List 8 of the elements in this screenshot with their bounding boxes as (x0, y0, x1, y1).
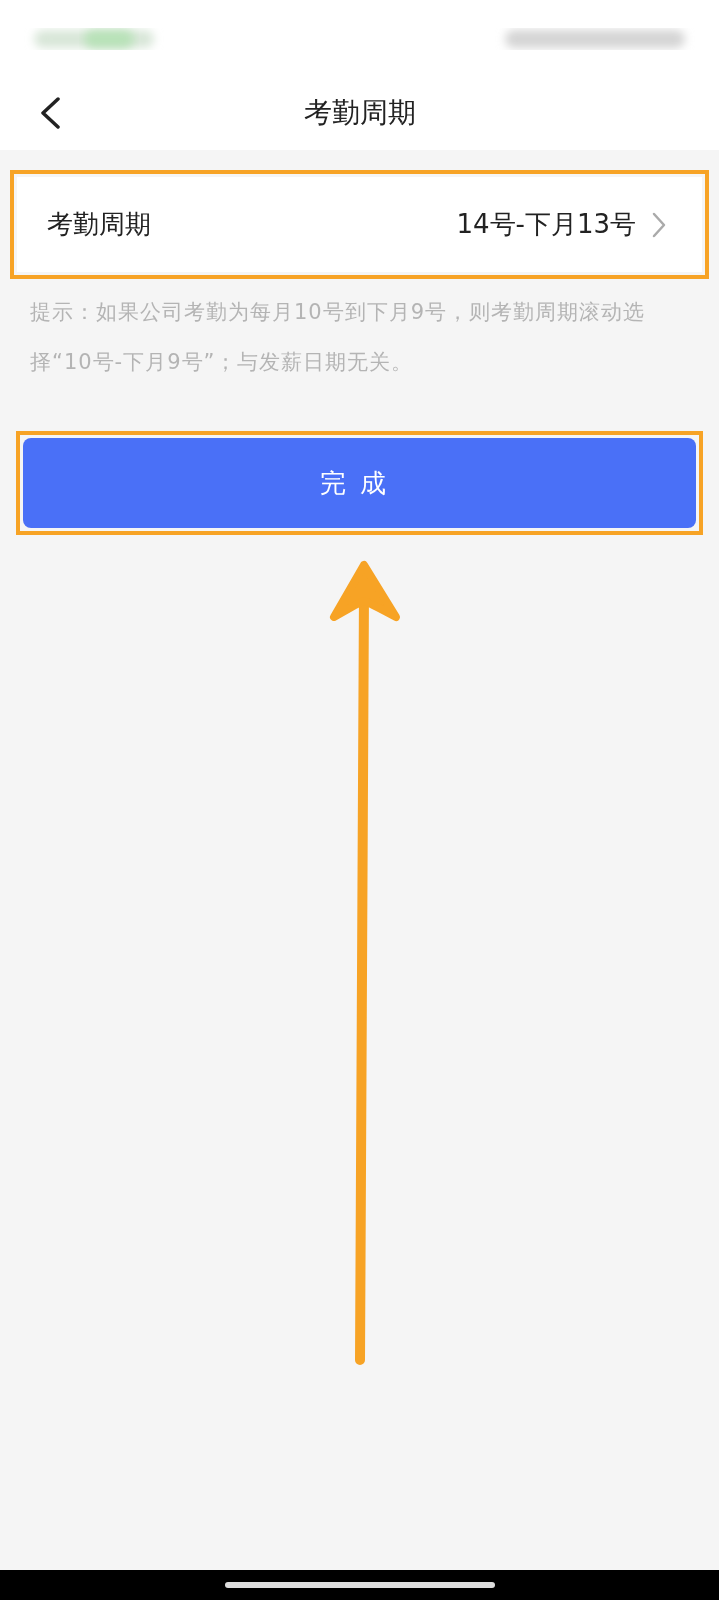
row-label: 考勤周期 (47, 208, 151, 241)
page-title: 考勤周期 (303, 94, 416, 131)
attendance-cycle-row[interactable]: 考勤周期 14号-下月13号 (17, 177, 702, 272)
back-icon[interactable] (38, 97, 62, 129)
done-button[interactable]: 完成 (23, 438, 696, 528)
chevron-icon (652, 211, 666, 238)
hint-text: 提示：如果公司考勤为每月10号到下月9号，则考勤周期滚动选择“10号-下月9号”；与发薪日期无关。 (29, 299, 647, 376)
row-value: 14号-下月13号 (456, 208, 636, 241)
